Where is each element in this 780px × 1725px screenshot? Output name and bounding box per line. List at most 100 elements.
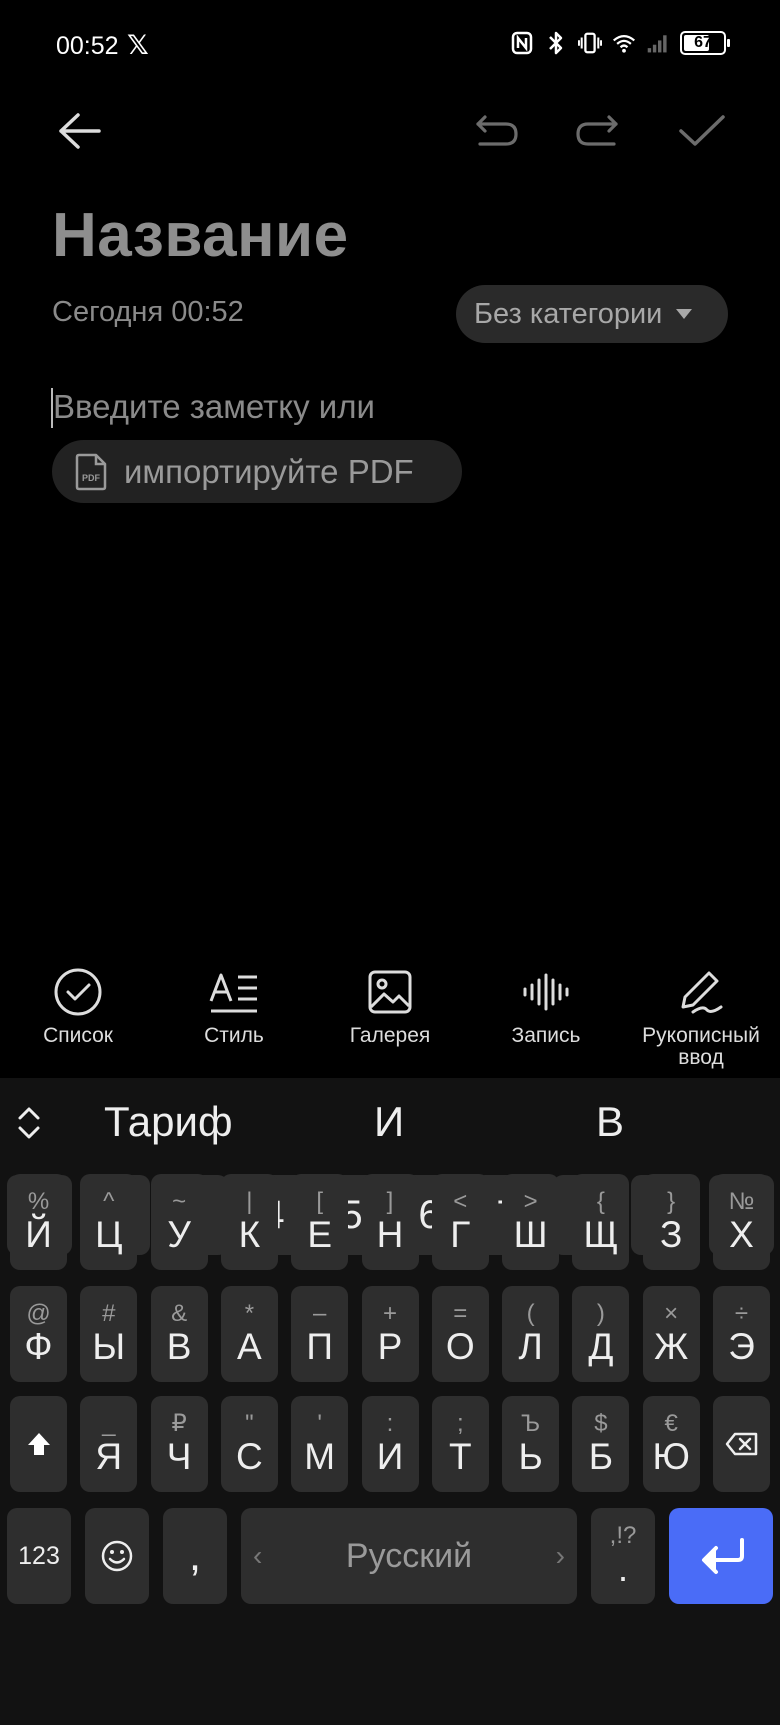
key-alt-label: ^ <box>103 1188 115 1215</box>
letter-key[interactable]: @ Ф <box>10 1286 67 1382</box>
undo-button[interactable] <box>466 100 528 162</box>
key-alt-label: ,!? <box>609 1522 637 1549</box>
key-alt-label: " <box>245 1410 254 1437</box>
handwriting-icon <box>681 971 723 1014</box>
letter-key[interactable]: {Щ <box>572 1174 630 1270</box>
letter-key[interactable]: [Е <box>291 1174 349 1270</box>
key-label: О <box>445 1326 475 1367</box>
punctuation-key[interactable]: ,!?. <box>591 1508 655 1604</box>
letter-key[interactable]: " С <box>220 1396 278 1492</box>
shift-key[interactable] <box>10 1396 67 1492</box>
category-label: Без категории <box>474 297 663 330</box>
key-alt-label: € <box>664 1410 678 1437</box>
toolbar-record[interactable]: Запись <box>481 965 611 1047</box>
enter-icon <box>702 1538 744 1574</box>
note-date: Сегодня 00:52 <box>52 296 244 328</box>
emoji-key[interactable] <box>85 1508 149 1604</box>
key-alt-label: _ <box>102 1410 116 1437</box>
category-dropdown[interactable]: Без категории <box>456 285 728 343</box>
suggestion-item[interactable]: И <box>374 1098 404 1146</box>
keyboard: Тариф И В 1234567890%Й^Ц~У|К[Е]Н<Г>Ш{Щ}З… <box>0 1078 780 1725</box>
key-label: Ф <box>24 1326 53 1367</box>
toolbar-label: Стиль <box>204 1024 264 1047</box>
letter-key[interactable]: ~ У <box>150 1174 208 1270</box>
redo-icon <box>576 115 618 146</box>
key-alt-label: ; <box>456 1410 464 1437</box>
note-body-input[interactable]: Введите заметку или <box>53 388 375 426</box>
letter-key[interactable]: × Ж <box>642 1286 700 1382</box>
key-label: С <box>236 1436 263 1477</box>
key-alt-label: } <box>667 1188 676 1215</box>
key-label: П <box>306 1326 333 1367</box>
letter-key[interactable]: ^ Ц <box>80 1174 138 1270</box>
letter-key[interactable]: (Л <box>502 1286 560 1382</box>
key-label: К <box>238 1214 261 1255</box>
note-title-input[interactable]: Название <box>52 200 349 271</box>
letter-key[interactable]: № Х <box>713 1174 770 1270</box>
key-label: Э <box>728 1326 755 1367</box>
letter-key[interactable]: < Г <box>431 1174 489 1270</box>
redo-button[interactable] <box>566 100 628 162</box>
key-label: И <box>376 1436 404 1477</box>
toolbar-gallery[interactable]: Галерея <box>325 965 455 1047</box>
letter-key[interactable]: + Р <box>361 1286 419 1382</box>
save-button[interactable] <box>671 100 733 162</box>
letter-key[interactable]: :И <box>361 1396 419 1492</box>
letter-key[interactable]: ' М <box>291 1396 349 1492</box>
key-alt-label: @ <box>26 1300 51 1327</box>
back-button[interactable] <box>48 100 110 162</box>
backspace-key[interactable] <box>713 1396 770 1492</box>
import-pdf-button[interactable]: импортируйте PDF <box>52 440 462 503</box>
key-alt-label: | <box>246 1188 253 1215</box>
shift-icon <box>27 1433 50 1455</box>
letter-key[interactable]: * А <box>220 1286 278 1382</box>
key-label: У <box>167 1214 191 1255</box>
key-label: М <box>304 1436 336 1477</box>
key-label: Г <box>450 1214 471 1255</box>
key-label: Ы <box>92 1326 126 1367</box>
toolbar-label: Галерея <box>349 1024 431 1047</box>
letter-key[interactable]: ) Д <box>572 1286 630 1382</box>
battery-level: 67 <box>694 34 712 51</box>
letter-key[interactable]: & В <box>150 1286 208 1382</box>
editor-top-bar <box>0 92 780 172</box>
letter-key[interactable]: ЪЬ <box>502 1396 560 1492</box>
expand-toggle-button[interactable] <box>12 1103 46 1143</box>
suggestion-item[interactable]: Тариф <box>104 1098 233 1146</box>
toolbar-checklist[interactable]: Список <box>13 965 143 1047</box>
symbols-mode-key[interactable]: 123 <box>7 1508 71 1604</box>
letter-key[interactable]: > Ш <box>502 1174 560 1270</box>
comma-key[interactable]: , <box>163 1508 227 1604</box>
space-left-arrow: ‹ <box>253 1540 263 1571</box>
key-alt-label: [ <box>316 1188 324 1215</box>
letter-key[interactable]: = О <box>431 1286 489 1382</box>
letter-key[interactable]: ] Н <box>361 1174 419 1270</box>
letter-key[interactable]: | К <box>220 1174 278 1270</box>
toolbar-style[interactable]: Стиль <box>169 965 299 1047</box>
key-label: Ч <box>166 1436 192 1477</box>
letter-key[interactable]: € Ю <box>642 1396 700 1492</box>
letter-key[interactable]: $ Б <box>572 1396 630 1492</box>
letter-key[interactable]: – П <box>291 1286 349 1382</box>
key-label: Й <box>25 1214 52 1255</box>
key-label: Я <box>95 1436 123 1477</box>
letter-key[interactable]: } З <box>642 1174 700 1270</box>
key-label: Б <box>588 1436 614 1477</box>
vibrate-icon <box>578 30 602 56</box>
space-key[interactable]: ‹ Русский › <box>241 1508 577 1604</box>
status-time: 00:52 <box>56 32 119 60</box>
toolbar-handwriting[interactable]: Рукописный ввод <box>636 965 766 1069</box>
toolbar-label: Список <box>43 1024 113 1047</box>
enter-key[interactable] <box>669 1508 773 1604</box>
key-label: Н <box>376 1214 404 1255</box>
editor-toolbar: Список Стиль Галерея Запись Рукописный в… <box>0 965 780 1075</box>
key-alt-label: = <box>453 1300 468 1327</box>
letter-key[interactable]: % Й <box>10 1174 67 1270</box>
letter-key[interactable]: ÷ Э <box>713 1286 770 1382</box>
letter-key[interactable]: _ Я <box>80 1396 138 1492</box>
letter-key[interactable]: ₽ Ч <box>150 1396 208 1492</box>
suggestion-item[interactable]: В <box>596 1098 624 1146</box>
letter-key[interactable]: ; Т <box>431 1396 489 1492</box>
letter-key[interactable]: # Ы <box>80 1286 138 1382</box>
key-alt-label: ₽ <box>171 1410 187 1437</box>
